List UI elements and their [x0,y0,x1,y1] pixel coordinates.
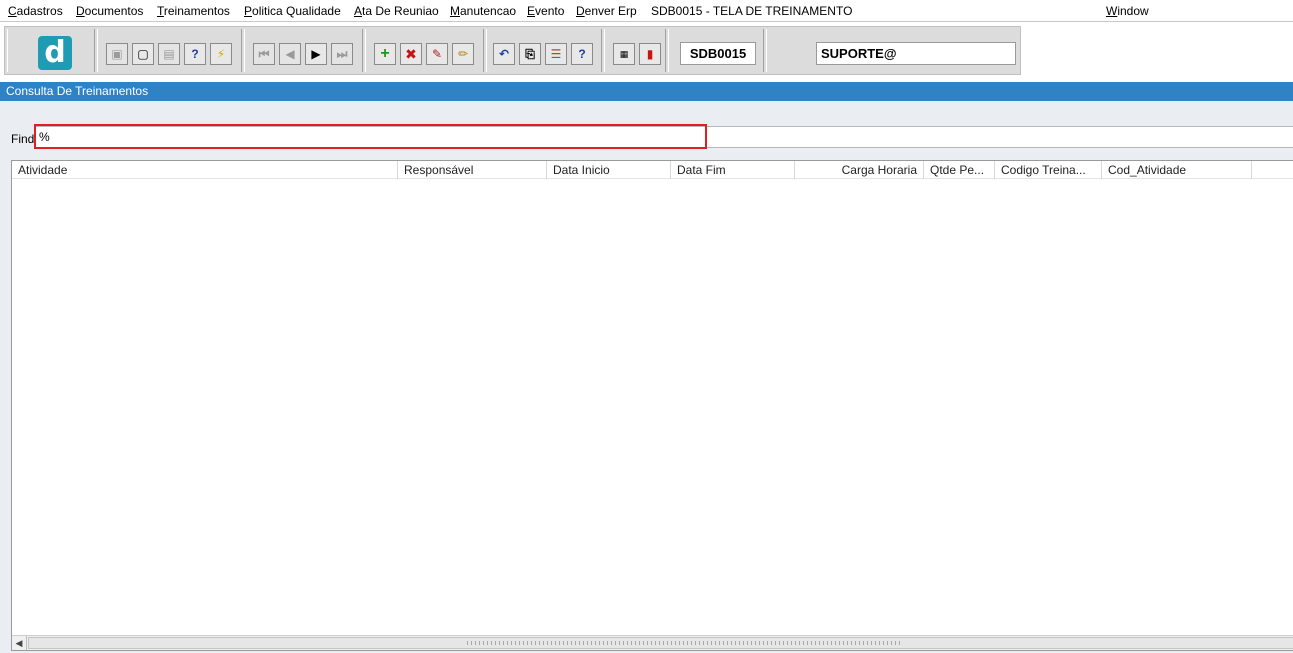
menu-manutencao[interactable]: Manutencao [450,4,516,18]
insert-record-icon[interactable]: + [374,43,396,65]
column-header-cod-atividade[interactable]: Cod_Atividade [1102,161,1252,179]
edit-field-icon[interactable]: ✏ [452,43,474,65]
menu-bar: Cadastros Documentos Treinamentos Politi… [0,0,1293,22]
menu-treinamentos[interactable]: Treinamentos [157,4,230,18]
screen-code-field: SDB0015 [680,42,756,65]
scroll-left-icon[interactable]: ◀ [12,636,27,650]
menu-documentos[interactable]: Documentos [76,4,143,18]
last-record-icon[interactable]: ⏭ [331,43,353,65]
column-header-carga-horaria[interactable]: Carga Horaria [795,161,924,179]
menu-evento[interactable]: Evento [527,4,564,18]
exit-icon[interactable]: ▮ [639,43,661,65]
app-logo-icon: d [38,36,72,70]
logo-group: d [7,29,95,72]
scrollbar-grip [467,641,903,645]
menu-ata-de-reuniao[interactable]: Ata De Reuniao [354,4,439,18]
column-header-atividade[interactable]: Atividade [12,161,398,179]
screen-title: SDB0015 - TELA DE TREINAMENTO [651,4,853,18]
user-field: SUPORTE@ [816,42,1016,65]
print-icon[interactable]: ▤ [158,43,180,65]
help-icon[interactable]: ? [571,43,593,65]
window-title: Consulta De Treinamentos [0,82,1293,101]
next-record-icon[interactable]: ▶ [305,43,327,65]
toolbar: d ▣ ▢ ▤ ? ⚡ ⏮ ◀ ▶ ⏭ + ✖ ✎ ✏ ↶ ⎘ ☰ ? ▦ ▮ … [4,26,1021,75]
menu-denver-erp[interactable]: Denver Erp [576,4,637,18]
find-label: Find [11,132,35,146]
undo-icon[interactable]: ↶ [493,43,515,65]
grid-header: Atividade Responsável Data Inicio Data F… [12,161,1293,179]
delete-record-icon[interactable]: ✖ [400,43,422,65]
column-header-data-inicio[interactable]: Data Inicio [547,161,671,179]
misc-group: ↶ ⎘ ☰ ? [486,29,602,72]
horizontal-scrollbar[interactable]: ◀ [12,635,1293,650]
menu-icon[interactable]: ▦ [613,43,635,65]
menu-window[interactable]: Window [1106,4,1149,18]
screen-code-group: SDB0015 [668,29,764,72]
results-grid: Atividade Responsável Data Inicio Data F… [11,160,1293,651]
column-header-codigo-treinamento[interactable]: Codigo Treina... [995,161,1102,179]
menu-politica-qualidade[interactable]: Politica Qualidade [244,4,341,18]
execute-query-icon[interactable]: ⚡ [210,43,232,65]
menu-cadastros[interactable]: Cadastros [8,4,63,18]
column-header-data-fim[interactable]: Data Fim [671,161,795,179]
clear-record-icon[interactable]: ✎ [426,43,448,65]
menu-exit-group: ▦ ▮ [604,29,666,72]
user-group: SUPORTE@ [766,29,1020,72]
column-header-responsavel[interactable]: Responsável [398,161,547,179]
find-input[interactable]: % [35,126,1293,148]
edit-group: + ✖ ✎ ✏ [365,29,484,72]
save-icon[interactable]: ▣ [106,43,128,65]
window-icon[interactable]: ▢ [132,43,154,65]
record-tools-group: ▣ ▢ ▤ ? ⚡ [97,29,242,72]
previous-record-icon[interactable]: ◀ [279,43,301,65]
list-values-icon[interactable]: ☰ [545,43,567,65]
navigation-group: ⏮ ◀ ▶ ⏭ [244,29,363,72]
scrollbar-thumb[interactable] [28,637,1293,649]
query-help-icon[interactable]: ? [184,43,206,65]
first-record-icon[interactable]: ⏮ [253,43,275,65]
column-header-qtde-pessoas[interactable]: Qtde Pe... [924,161,995,179]
clipboard-icon[interactable]: ⎘ [519,43,541,65]
